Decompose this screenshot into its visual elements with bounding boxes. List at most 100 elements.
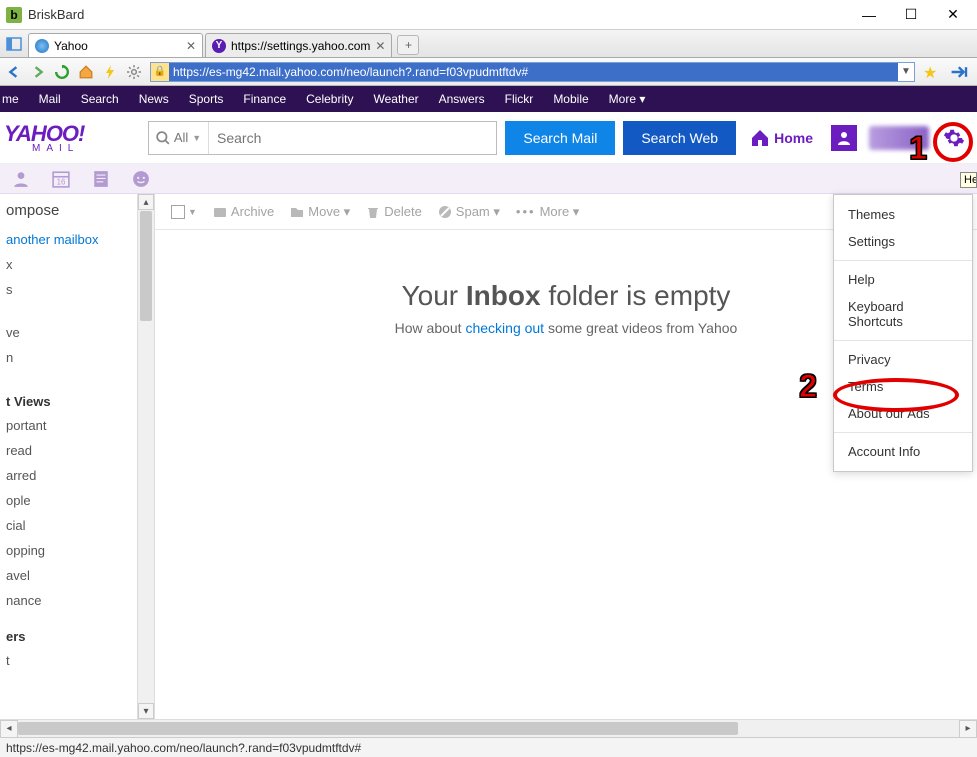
scroll-thumb[interactable] — [140, 211, 152, 321]
tab-close-icon[interactable]: ✕ — [375, 39, 385, 53]
forward-button[interactable] — [30, 64, 46, 80]
calendar-icon[interactable]: 16 — [52, 170, 70, 188]
minimize-button[interactable]: — — [857, 4, 881, 26]
search-input[interactable] — [209, 122, 496, 154]
logo-subtext: MAIL — [32, 143, 140, 154]
home-link[interactable]: Home — [750, 128, 813, 148]
home-button[interactable] — [78, 64, 94, 80]
address-dropdown-icon[interactable]: ▼ — [898, 66, 914, 77]
sidebar-item[interactable]: ople — [0, 488, 137, 513]
maximize-button[interactable]: ☐ — [899, 4, 923, 26]
sidebar-item[interactable]: arred — [0, 463, 137, 488]
nav-item[interactable]: Flickr — [505, 92, 534, 106]
nav-item[interactable]: Answers — [439, 92, 485, 106]
bookmark-star-icon[interactable]: ★ — [923, 63, 941, 81]
nav-item[interactable]: Mail — [39, 92, 61, 106]
menu-terms[interactable]: Terms — [834, 373, 972, 400]
scroll-left-icon[interactable]: ◂ — [0, 720, 18, 738]
gear-icon — [943, 127, 965, 149]
yahoo-mail-header: YAHOO! MAIL All ▼ Search Mail Search Web… — [0, 112, 977, 164]
username-blur — [869, 126, 929, 150]
app-icon: b — [6, 7, 22, 23]
sidebar-item[interactable]: n — [0, 345, 137, 370]
nav-item[interactable]: News — [139, 92, 169, 106]
yahoo-subnav: 16 — [0, 164, 977, 194]
menu-keyboard-shortcuts[interactable]: Keyboard Shortcuts — [834, 293, 972, 335]
add-mailbox-link[interactable]: another mailbox — [0, 227, 137, 252]
messenger-icon[interactable] — [132, 170, 150, 188]
home-label: Home — [774, 130, 813, 146]
new-tab-button[interactable]: + — [397, 35, 419, 55]
tab-close-icon[interactable]: ✕ — [186, 39, 196, 53]
sidebar-item[interactable]: s — [0, 277, 137, 302]
panel-toggle-icon[interactable] — [4, 34, 24, 54]
sidebar-item[interactable]: ve — [0, 320, 137, 345]
nav-item-more[interactable]: More ▾ — [609, 92, 646, 106]
yahoo-top-nav: me Mail Search News Sports Finance Celeb… — [0, 86, 977, 112]
tab-yahoo[interactable]: Yahoo ✕ — [28, 33, 203, 57]
menu-account-info[interactable]: Account Info — [834, 438, 972, 465]
spam-button[interactable]: Spam ▾ — [438, 204, 500, 220]
profile-avatar[interactable] — [831, 125, 857, 151]
go-button[interactable] — [949, 63, 971, 81]
menu-about-ads[interactable]: About our Ads — [834, 400, 972, 427]
tab-settings-yahoo[interactable]: Y https://settings.yahoo.com ✕ — [205, 33, 392, 57]
menu-settings[interactable]: Settings — [834, 228, 972, 255]
sidebar-item[interactable] — [0, 302, 137, 320]
notepad-icon[interactable] — [92, 170, 110, 188]
contacts-icon[interactable] — [12, 170, 30, 188]
sidebar-item[interactable]: portant — [0, 413, 137, 438]
scroll-down-icon[interactable]: ▾ — [138, 703, 154, 719]
window-title: BriskBard — [28, 7, 857, 22]
bolt-icon[interactable] — [102, 64, 118, 80]
nav-item[interactable]: Finance — [243, 92, 286, 106]
settings-dropdown: Themes Settings Help Keyboard Shortcuts … — [833, 194, 973, 472]
sidebar-item[interactable]: avel — [0, 563, 137, 588]
close-button[interactable]: ✕ — [941, 4, 965, 26]
sidebar-item[interactable] — [0, 370, 137, 388]
settings-gear-icon[interactable] — [126, 64, 142, 80]
sidebar-item[interactable]: nance — [0, 588, 137, 613]
sidebar-item[interactable]: cial — [0, 513, 137, 538]
scroll-thumb[interactable] — [18, 722, 738, 735]
person-icon — [836, 130, 852, 146]
scroll-track[interactable] — [18, 720, 959, 737]
globe-icon — [35, 39, 49, 53]
nav-item[interactable]: Mobile — [553, 92, 588, 106]
sidebar-item[interactable]: x — [0, 252, 137, 277]
search-web-button[interactable]: Search Web — [623, 121, 736, 155]
scroll-up-icon[interactable]: ▴ — [138, 194, 154, 210]
move-button[interactable]: Move ▾ — [290, 204, 350, 220]
sidebar-item[interactable]: t — [0, 648, 137, 673]
reload-button[interactable] — [54, 64, 70, 80]
menu-themes[interactable]: Themes — [834, 201, 972, 228]
chevron-down-icon: ▼ — [192, 133, 201, 143]
compose-button[interactable]: ompose — [0, 194, 137, 227]
select-all-checkbox[interactable]: ▼ — [171, 205, 197, 219]
scroll-right-icon[interactable]: ▸ — [959, 720, 977, 738]
menu-privacy[interactable]: Privacy — [834, 346, 972, 373]
back-button[interactable] — [6, 64, 22, 80]
delete-button[interactable]: Delete — [366, 204, 422, 219]
address-bar[interactable]: 🔒 ▼ — [150, 62, 915, 82]
nav-item[interactable]: Sports — [189, 92, 224, 106]
checking-out-link[interactable]: checking out — [465, 320, 544, 336]
sidebar-item[interactable]: read — [0, 438, 137, 463]
menu-help[interactable]: Help — [834, 266, 972, 293]
search-box: All ▼ — [148, 121, 497, 155]
settings-gear-button[interactable] — [937, 121, 971, 155]
nav-item[interactable]: me — [2, 92, 19, 106]
sidebar-item[interactable]: opping — [0, 538, 137, 563]
search-scope-selector[interactable]: All ▼ — [149, 122, 209, 154]
search-mail-button[interactable]: Search Mail — [505, 121, 615, 155]
more-button[interactable]: •••More ▾ — [516, 204, 579, 220]
nav-item[interactable]: Search — [81, 92, 119, 106]
search-scope-label: All — [174, 130, 188, 145]
sidebar-scrollbar[interactable]: ▴ ▾ — [137, 194, 154, 719]
nav-item[interactable]: Weather — [373, 92, 418, 106]
url-input[interactable] — [169, 63, 898, 81]
archive-button[interactable]: Archive — [213, 204, 274, 219]
yahoo-mail-logo[interactable]: YAHOO! MAIL — [0, 121, 140, 154]
horizontal-scrollbar[interactable]: ◂ ▸ — [0, 719, 977, 737]
nav-item[interactable]: Celebrity — [306, 92, 353, 106]
